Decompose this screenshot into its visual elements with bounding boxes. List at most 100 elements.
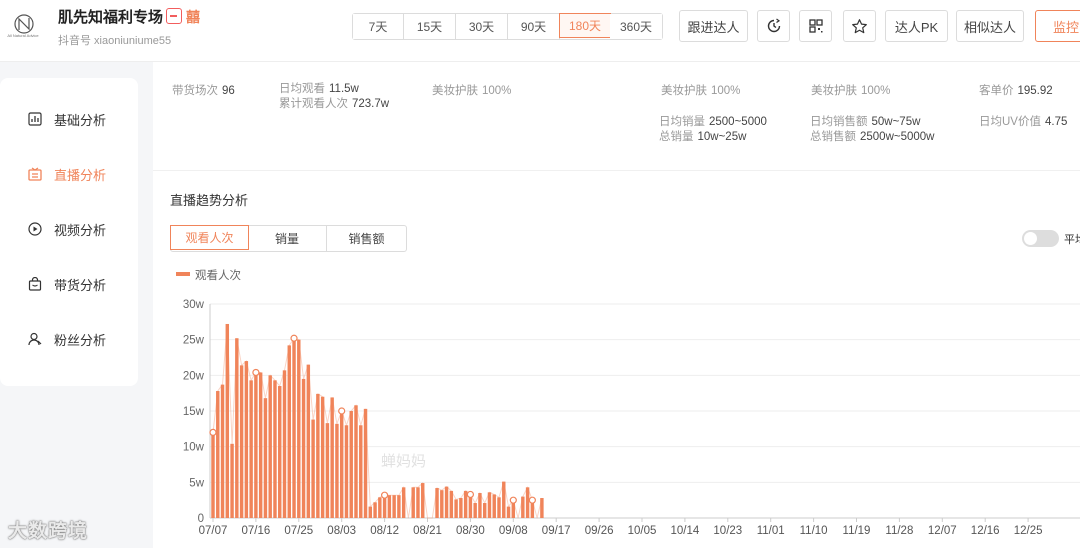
data-marker bbox=[528, 496, 536, 504]
range-180d[interactable]: 180天 bbox=[559, 13, 611, 38]
sidebar-item-label: 基础分析 bbox=[54, 112, 107, 128]
bar bbox=[506, 506, 511, 518]
data-marker bbox=[290, 334, 298, 342]
y-tick-label: 10w bbox=[183, 442, 205, 454]
y-tick-label: 25w bbox=[183, 335, 205, 347]
sidebar-item-video[interactable]: 视频分析 bbox=[28, 219, 106, 239]
bar bbox=[387, 495, 392, 518]
bar bbox=[344, 425, 349, 518]
range-15d[interactable]: 15天 bbox=[404, 14, 456, 39]
header: All Natural Advice 肌先知福利专场 囍 抖音号 xiaoniu… bbox=[0, 0, 1080, 62]
legend-swatch bbox=[176, 272, 190, 276]
bag-icon bbox=[28, 277, 42, 291]
average-toggle-label: 平均 bbox=[1064, 234, 1080, 246]
range-7d[interactable]: 7天 bbox=[353, 14, 404, 39]
range-30d[interactable]: 30天 bbox=[456, 14, 508, 39]
date-range-selector: 7天 15天 30天 90天 180天 360天 bbox=[352, 13, 663, 40]
sidebar-item-basic[interactable]: 基础分析 bbox=[28, 109, 106, 129]
x-tick-label: 09/17 bbox=[542, 525, 571, 537]
bar bbox=[335, 423, 339, 518]
divider bbox=[153, 170, 1080, 171]
x-tick-label: 11/10 bbox=[800, 525, 828, 537]
history-button[interactable] bbox=[757, 10, 790, 42]
bar bbox=[454, 499, 458, 518]
bar bbox=[263, 398, 268, 518]
stat-category-3: 美妆护肤 100% bbox=[811, 85, 891, 97]
bar bbox=[497, 497, 501, 518]
live-icon bbox=[28, 167, 42, 181]
bar bbox=[220, 384, 225, 518]
favorite-button[interactable] bbox=[843, 10, 876, 42]
bar bbox=[339, 411, 344, 518]
bar bbox=[258, 372, 263, 518]
play-icon bbox=[28, 222, 42, 236]
x-tick-label: 11/28 bbox=[885, 525, 913, 537]
bar bbox=[449, 490, 454, 518]
y-tick-label: 20w bbox=[183, 370, 205, 382]
bar bbox=[349, 411, 353, 518]
bar-chart-icon bbox=[28, 112, 42, 126]
x-tick-label: 08/12 bbox=[370, 525, 399, 537]
bar bbox=[320, 396, 325, 518]
x-tick-label: 07/16 bbox=[242, 525, 271, 537]
bar bbox=[492, 494, 496, 518]
tab-sales[interactable]: 销量 bbox=[248, 226, 327, 251]
bar bbox=[268, 375, 272, 518]
bar bbox=[330, 397, 334, 518]
x-tick-label: 11/01 bbox=[757, 525, 785, 537]
bar bbox=[325, 423, 330, 518]
anchor-tag: 囍 bbox=[186, 9, 200, 25]
stat-total-view: 累计观看人次 723.7w bbox=[279, 98, 390, 110]
brand-logo-text: All Natural Advice bbox=[7, 33, 39, 38]
stat-avg-view: 日均观看 11.5w bbox=[279, 83, 359, 95]
sidebar: 基础分析 直播分析 视频分析 带货分析 粉丝分析 bbox=[0, 78, 138, 386]
chart-watermark: 蝉妈妈 bbox=[381, 453, 426, 470]
sidebar-item-label: 粉丝分析 bbox=[54, 332, 107, 348]
x-tick-label: 08/21 bbox=[413, 525, 442, 537]
bar bbox=[282, 370, 287, 518]
bar bbox=[478, 493, 482, 518]
y-tick-label: 5w bbox=[189, 477, 204, 489]
average-toggle[interactable] bbox=[1022, 230, 1059, 247]
star-icon bbox=[852, 18, 867, 33]
bar bbox=[416, 487, 420, 518]
sidebar-item-live[interactable]: 直播分析 bbox=[28, 164, 106, 184]
stat-price: 客单价 195.92 bbox=[979, 85, 1053, 97]
tab-gmv[interactable]: 销售额 bbox=[327, 226, 406, 251]
qrcode-button[interactable] bbox=[799, 10, 832, 42]
x-tick-label: 09/08 bbox=[499, 525, 528, 537]
bar bbox=[378, 497, 382, 518]
metric-tabs: 观看人次 销量 销售额 bbox=[170, 225, 407, 252]
trend-chart: 观看人次 0 5w 10w 15w 20w 25w 30w 07/07 07/16 07/25 08/… bbox=[176, 268, 1080, 537]
bar bbox=[373, 502, 377, 518]
monitor-button[interactable]: 监控 bbox=[1035, 10, 1080, 42]
stat-total-sales: 总销量 10w~25w bbox=[659, 131, 747, 143]
bar bbox=[306, 364, 311, 518]
bar bbox=[397, 495, 401, 518]
data-marker bbox=[209, 428, 217, 436]
bar bbox=[287, 345, 291, 518]
bar bbox=[421, 483, 425, 518]
anchor-account-id: 抖音号 xiaoniuniume55 bbox=[58, 35, 172, 47]
x-tick-label: 07/07 bbox=[199, 525, 228, 537]
follow-button[interactable]: 跟进达人 bbox=[679, 10, 748, 42]
brand-logo-icon bbox=[14, 14, 34, 34]
range-360d[interactable]: 360天 bbox=[610, 14, 662, 39]
stat-avg-gmv: 日均销售额 50w~75w bbox=[810, 116, 921, 128]
x-tick-label: 10/23 bbox=[713, 525, 742, 537]
data-marker bbox=[252, 368, 260, 377]
bar bbox=[297, 339, 301, 518]
bar bbox=[473, 503, 477, 518]
bar bbox=[392, 495, 396, 518]
sidebar-item-fans[interactable]: 粉丝分析 bbox=[28, 329, 106, 349]
range-90d[interactable]: 90天 bbox=[508, 14, 560, 39]
similar-button[interactable]: 相似达人 bbox=[956, 10, 1024, 42]
stat-total-gmv: 总销售额 2500w~5000w bbox=[810, 131, 935, 143]
bar bbox=[354, 405, 358, 518]
sidebar-item-goods[interactable]: 带货分析 bbox=[28, 274, 106, 294]
bar bbox=[311, 419, 315, 518]
pk-button[interactable]: 达人PK bbox=[885, 10, 948, 42]
bar bbox=[359, 425, 363, 518]
tab-views[interactable]: 观看人次 bbox=[170, 225, 249, 250]
corner-watermark: 大数跨境 bbox=[8, 521, 89, 542]
